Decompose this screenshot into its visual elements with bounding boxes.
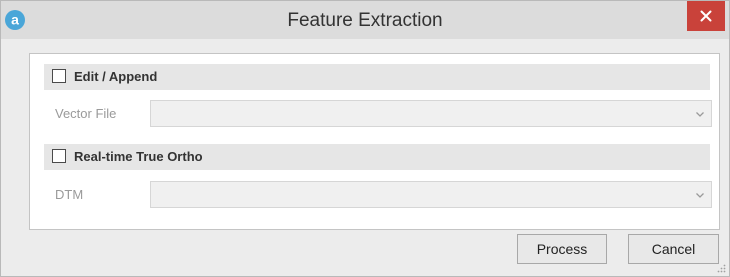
realtime-ortho-label: Real-time True Ortho (74, 149, 203, 164)
options-panel: Edit / Append Vector File Real-time True… (29, 53, 720, 230)
vector-file-label: Vector File (55, 106, 117, 121)
dtm-select[interactable] (150, 181, 712, 208)
chevron-down-icon (696, 112, 704, 117)
realtime-ortho-checkbox[interactable] (52, 149, 66, 163)
edit-append-label: Edit / Append (74, 69, 158, 84)
cancel-button[interactable]: Cancel (628, 234, 719, 264)
close-button[interactable] (687, 1, 725, 31)
edit-append-row[interactable]: Edit / Append (44, 64, 710, 90)
window-title: Feature Extraction (287, 10, 443, 31)
process-button[interactable]: Process (517, 234, 607, 264)
realtime-ortho-row[interactable]: Real-time True Ortho (44, 144, 710, 170)
close-icon (700, 10, 712, 22)
edit-append-checkbox[interactable] (52, 69, 66, 83)
resize-grip-icon[interactable] (716, 263, 726, 273)
title-bar[interactable]: a Feature Extraction (1, 1, 729, 39)
chevron-down-icon (696, 193, 704, 198)
vector-file-select[interactable] (150, 100, 712, 127)
feature-extraction-dialog: a Feature Extraction Edit / Append Vecto… (0, 0, 730, 277)
dtm-label: DTM (55, 187, 84, 202)
